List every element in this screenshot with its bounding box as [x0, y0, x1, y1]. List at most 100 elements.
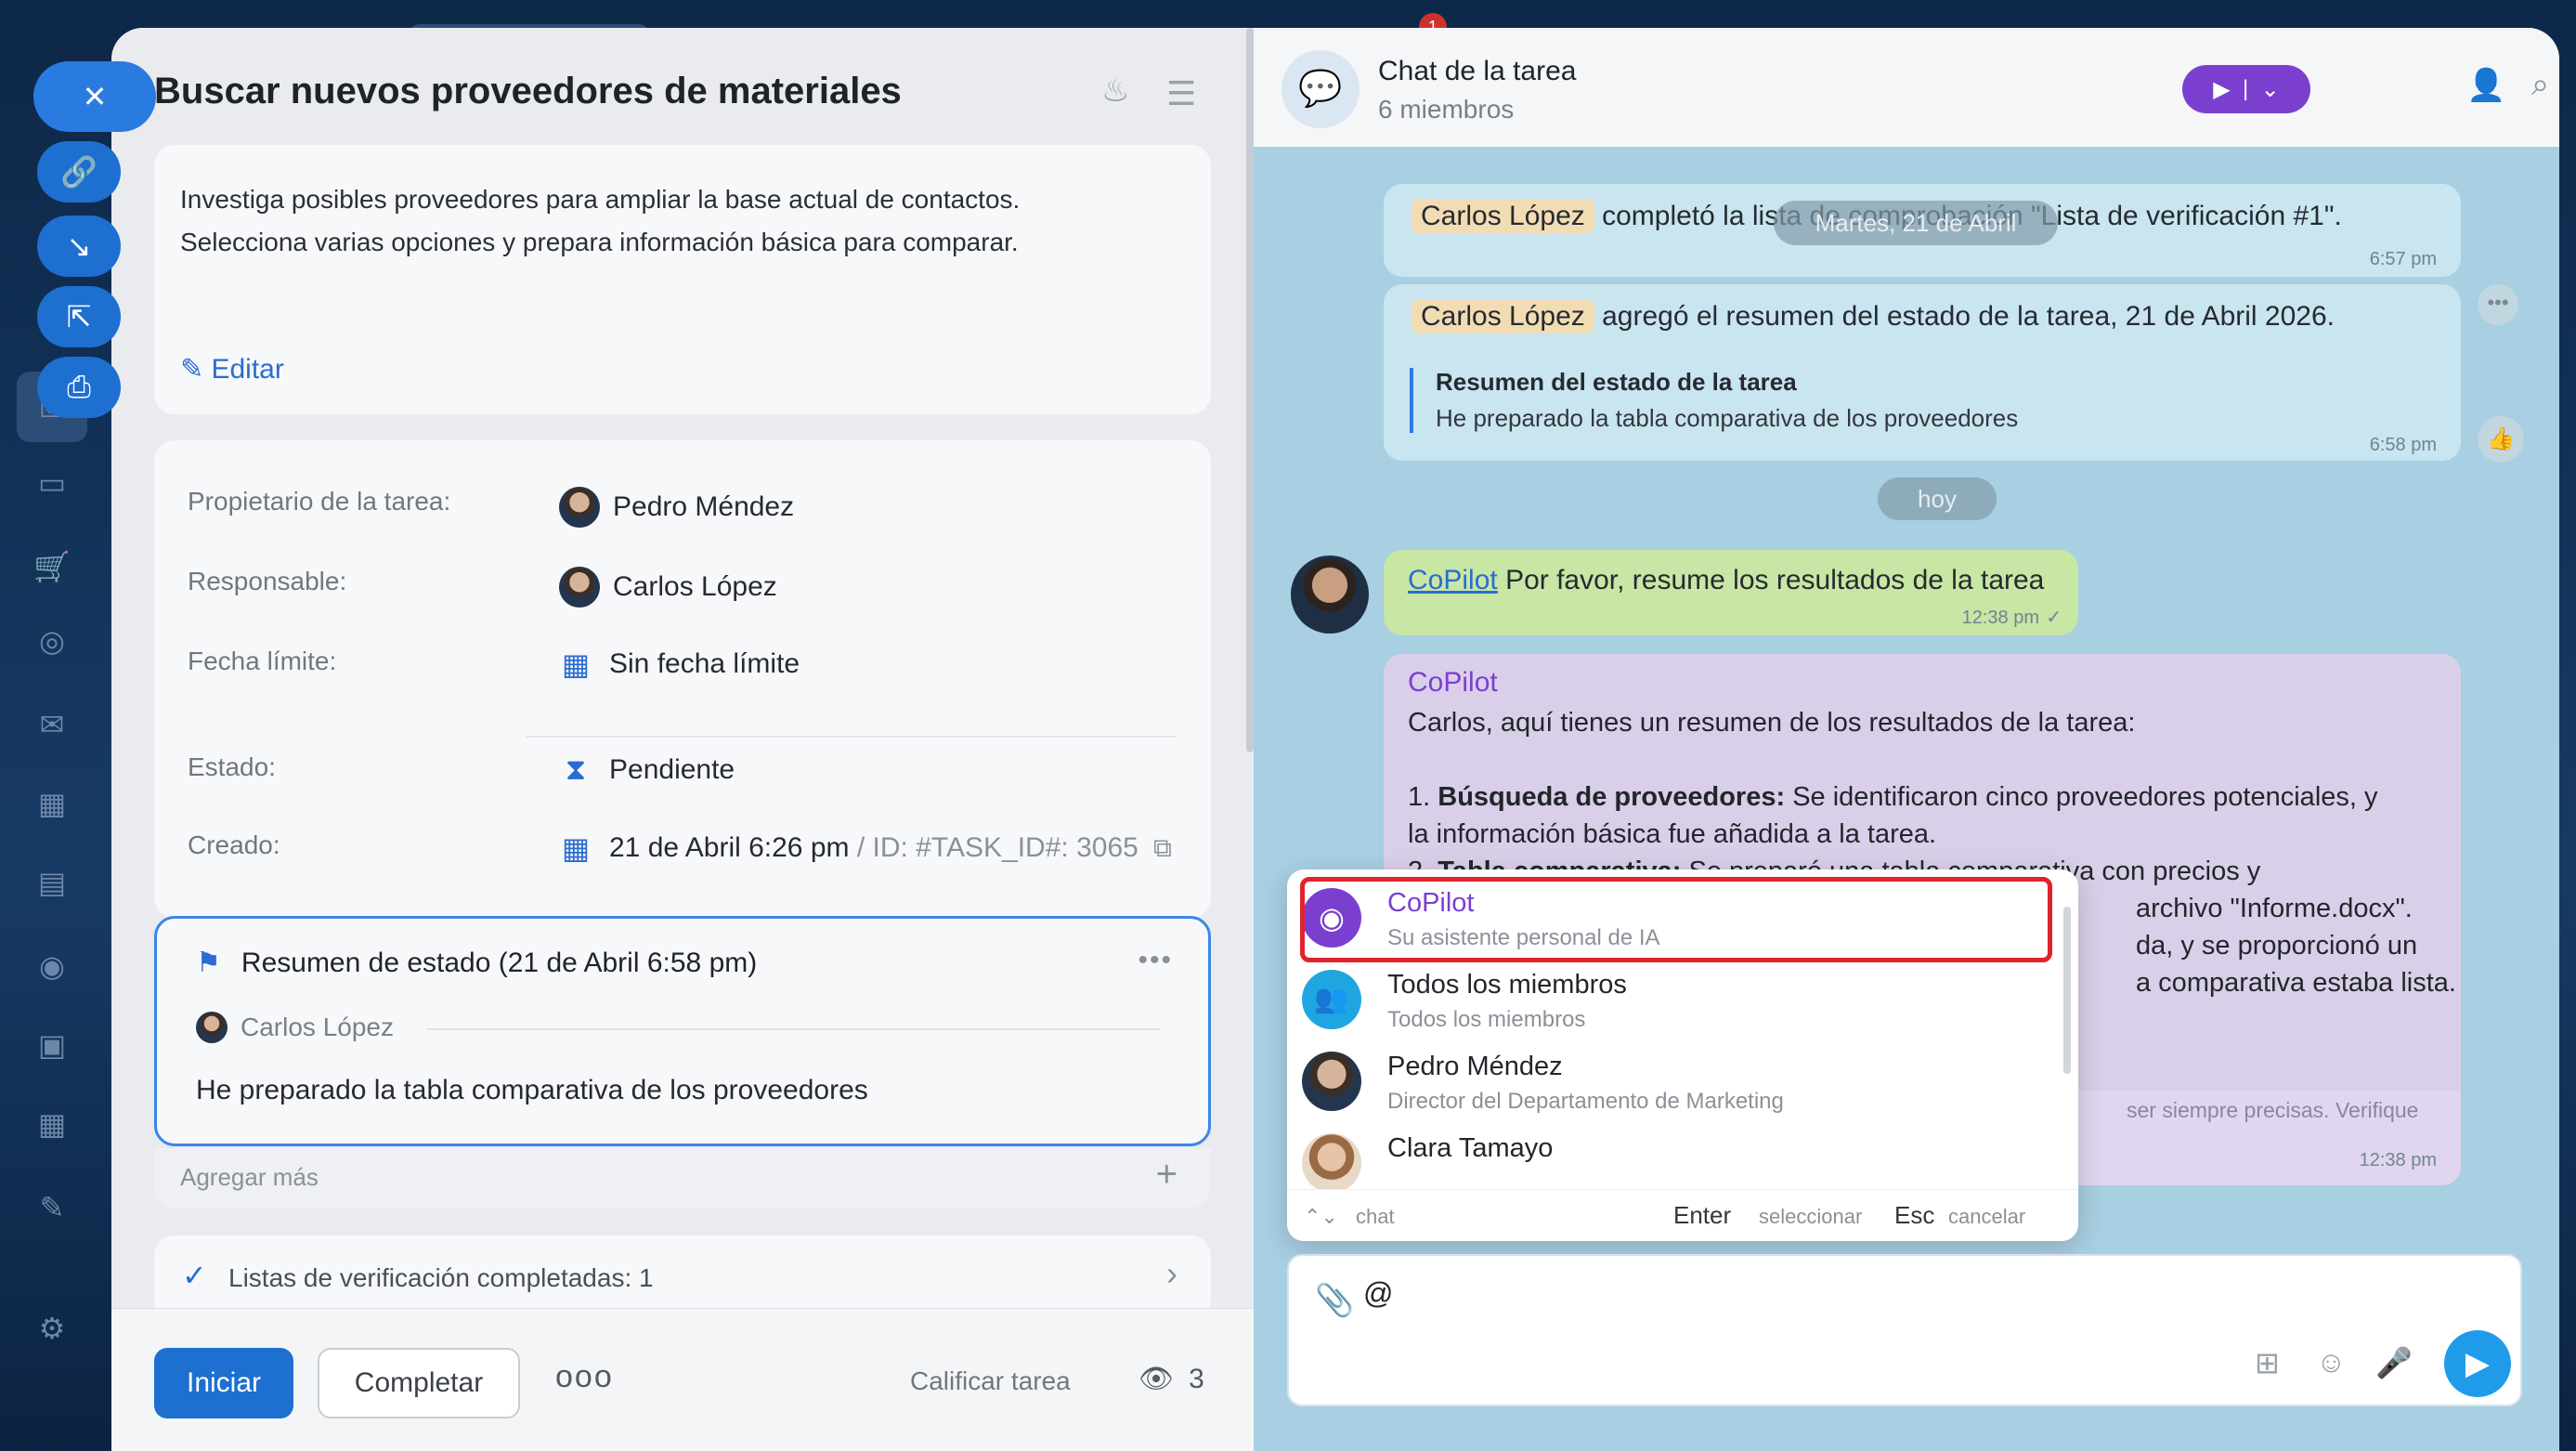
chat-title: Chat de la tarea	[1378, 56, 1577, 86]
responsible-value[interactable]: Carlos López	[559, 567, 777, 608]
search-icon[interactable]: ⌕	[2531, 67, 2549, 103]
mention-item-pedro[interactable]: Pedro Méndez Director del Departamento d…	[1287, 1040, 2078, 1122]
message-text: Carlos López agregó el resumen del estad…	[1412, 299, 2335, 333]
nav-hint: chat	[1356, 1205, 1395, 1228]
mention-item-all-members[interactable]: 👥 Todos los miembros Todos los miembros	[1287, 959, 2078, 1040]
user-tag[interactable]: Carlos López	[1412, 299, 1594, 333]
complete-button[interactable]: Completar	[318, 1348, 520, 1418]
document-rail-icon[interactable]: ▤	[33, 864, 71, 901]
today-divider: hoy	[1878, 477, 1997, 520]
esc-key: Esc	[1894, 1201, 1935, 1229]
mention-name: Clara Tamayo	[1387, 1133, 1554, 1163]
chevron-down-icon: ⌄	[2260, 76, 2280, 102]
divider	[526, 736, 1176, 738]
date-divider: Martes, 21 de Abril	[1774, 201, 2058, 245]
message-text: CoPilot Por favor, resume los resultados…	[1408, 565, 2044, 596]
more-icon[interactable]: ooo	[555, 1359, 614, 1395]
menu-icon[interactable]: ☰	[1166, 74, 1196, 113]
edit-link[interactable]: ✎ Editar	[180, 353, 284, 386]
copilot-intro: Carlos, aquí tienes un resumen de los re…	[1408, 708, 2136, 738]
description-line-1: Investiga posibles proveedores para ampl…	[180, 185, 1021, 214]
description-card: Investiga posibles proveedores para ampl…	[154, 145, 1211, 414]
status-text: Pendiente	[609, 754, 735, 785]
highlight-box	[1300, 877, 2052, 962]
avatar	[559, 487, 600, 528]
created-date: 21 de Abril 6:26 pm	[609, 832, 850, 863]
emoji-icon[interactable]: ☺	[2316, 1345, 2347, 1379]
quote-text: He preparado la tabla comparativa de los…	[1436, 404, 2019, 432]
point-title: Búsqueda de proveedores:	[1438, 782, 1786, 812]
cart-rail-icon[interactable]: 🛒	[33, 548, 71, 585]
grid-rail-icon[interactable]: ▦	[33, 1105, 71, 1143]
avatar[interactable]	[1291, 556, 1369, 634]
owner-value[interactable]: Pedro Méndez	[559, 487, 794, 528]
chat-header: 💬 Chat de la tarea 6 miembros ▶ | ⌄ 👤 ⌕ …	[1254, 28, 2559, 147]
video-icon: ▶	[2213, 76, 2231, 102]
plus-icon[interactable]: +	[1156, 1154, 1177, 1196]
mail-rail-icon[interactable]: ✉	[33, 706, 71, 743]
chevron-up-down-icon: ⌃⌄	[1304, 1205, 1338, 1228]
copilot-point-4-tail: a comparativa estaba lista.	[2136, 968, 2456, 998]
copilot-point-1-cont: la información básica fue añadida a la t…	[1408, 819, 1937, 849]
mention-scrollbar[interactable]	[2063, 907, 2071, 1074]
enter-key: Enter	[1673, 1201, 1732, 1229]
send-icon: ▶	[2465, 1346, 2491, 1381]
task-scrollbar[interactable]	[1246, 28, 1254, 752]
calendar-clock-icon: ▦	[561, 831, 591, 865]
print-button[interactable]: ⎙	[37, 357, 121, 418]
pencil-icon: ✎	[180, 354, 212, 385]
owner-name: Pedro Méndez	[613, 491, 795, 522]
mention-popup: ◉ CoPilot Su asistente personal de IA 👥 …	[1287, 869, 2078, 1241]
task-title: Buscar nuevos proveedores de materiales	[154, 71, 902, 111]
sign-rail-icon[interactable]: ✎	[33, 1189, 71, 1226]
add-more-row[interactable]: Agregar más +	[154, 1148, 1211, 1208]
mention-sub: Director del Departamento de Marketing	[1387, 1089, 1784, 1114]
send-button[interactable]: ▶	[2444, 1330, 2511, 1397]
check-icon: ✓	[2046, 608, 2062, 628]
printer-icon: ⎙	[67, 370, 91, 403]
close-icon: ✕	[82, 80, 108, 113]
video-call-button[interactable]: ▶ | ⌄	[2182, 65, 2310, 113]
mention-link[interactable]: CoPilot	[1408, 565, 1498, 595]
mention-name: Pedro Méndez	[1387, 1052, 1563, 1081]
flame-icon[interactable]: ♨	[1101, 72, 1129, 110]
close-button[interactable]: ✕	[33, 61, 156, 132]
settings-rail-icon[interactable]: ⚙	[33, 1310, 71, 1347]
copy-icon[interactable]: ⧉	[1153, 833, 1172, 864]
apps-icon[interactable]: ⊞	[2255, 1345, 2280, 1380]
more-icon[interactable]: •••	[2478, 284, 2518, 325]
add-user-icon[interactable]: 👤	[2466, 67, 2505, 104]
deadline-value[interactable]: ▦ Sin fecha límite	[559, 647, 800, 682]
message-input[interactable]: @	[1363, 1276, 1393, 1311]
watchers[interactable]: 👁 3	[1138, 1363, 1204, 1395]
more-icon[interactable]: •••	[1138, 945, 1173, 976]
start-button[interactable]: Iniciar	[154, 1348, 293, 1418]
summary-title: ⚑ Resumen de estado (21 de Abril 6:58 pm)	[196, 947, 757, 979]
avatar	[559, 567, 600, 608]
copy-link-button[interactable]: 🔗	[37, 141, 121, 203]
microphone-icon[interactable]: 🎤	[2375, 1345, 2413, 1380]
attach-icon[interactable]: 📎	[1315, 1282, 1354, 1319]
owner-label: Propietario de la tarea:	[188, 487, 451, 516]
calendar-rail-icon[interactable]: ▦	[33, 785, 71, 822]
goal-rail-icon[interactable]: ◉	[33, 948, 71, 985]
monitor-rail-icon[interactable]: ▣	[33, 1026, 71, 1064]
external-link-icon: ⇱	[66, 300, 92, 333]
message-composer: 📎 @ ⊞ ☺ 🎤 ▶	[1287, 1254, 2522, 1406]
copilot-name: CoPilot	[1408, 667, 1498, 698]
rate-task-link[interactable]: Calificar tarea	[910, 1366, 1071, 1396]
mention-footer: ⌃⌄ chat Enter seleccionar Esc cancelar	[1287, 1189, 2078, 1241]
crm-rail-icon[interactable]: ▭	[33, 464, 71, 502]
like-icon[interactable]: 👍	[2478, 416, 2524, 463]
minimize-button[interactable]: ↘	[37, 216, 121, 277]
chat-members[interactable]: 6 miembros	[1378, 95, 1514, 124]
avatar	[196, 1012, 228, 1043]
status-summary-card[interactable]: ⚑ Resumen de estado (21 de Abril 6:58 pm)…	[154, 916, 1211, 1146]
watchers-count: 3	[1189, 1363, 1204, 1394]
quote-block[interactable]: Resumen del estado de la tarea He prepar…	[1410, 368, 2018, 433]
checklists-label: Listas de verificación completadas: 1	[228, 1263, 654, 1292]
target-rail-icon[interactable]: ◎	[33, 622, 71, 660]
user-tag[interactable]: Carlos López	[1412, 199, 1594, 233]
open-new-window-button[interactable]: ⇱	[37, 286, 121, 347]
avatar	[1302, 1052, 1361, 1111]
